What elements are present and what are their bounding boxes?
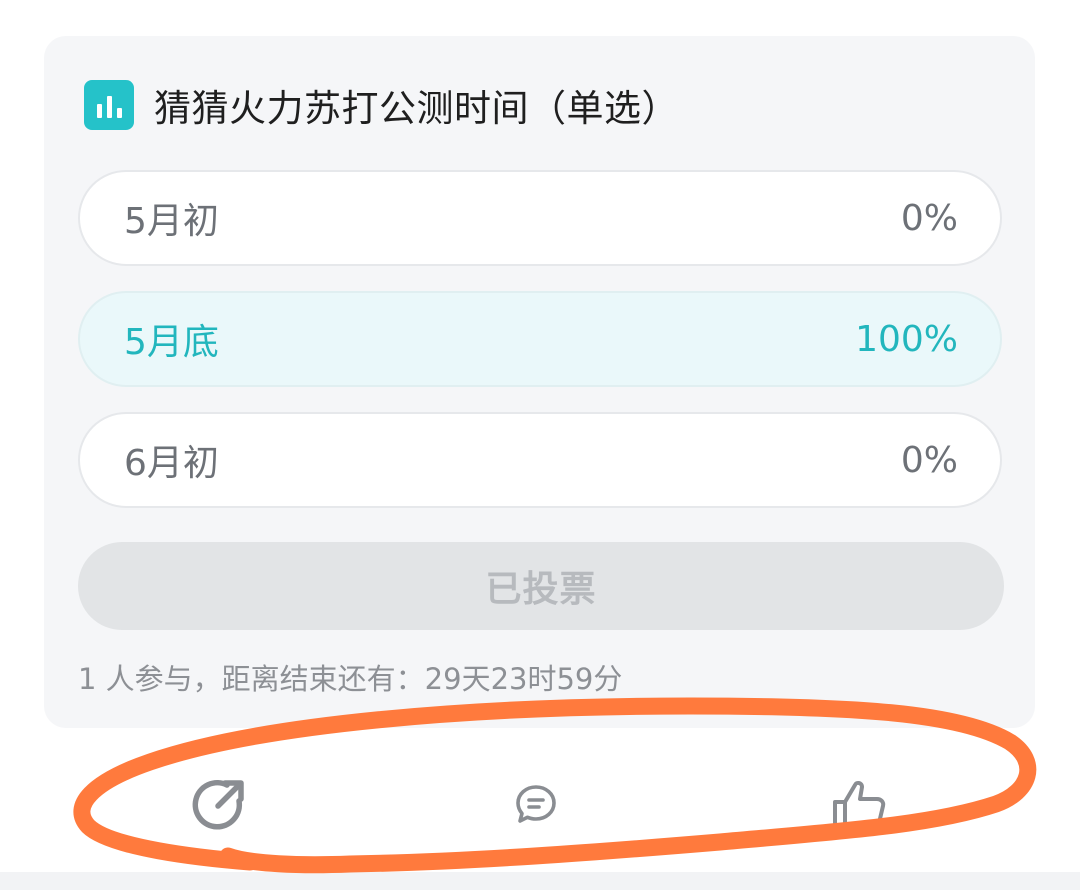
post-page: 猜猜火力苏打公测时间（单选） 5月初 0% 5月底 100% 6月初 0% 已投… xyxy=(0,0,1080,890)
poll-option-early-may[interactable]: 5月初 0% xyxy=(78,170,1002,266)
share-icon xyxy=(192,780,244,830)
poll-participation-info: 1 人参与，距离结束还有：29天23时59分 xyxy=(78,662,623,696)
poll-option-late-may[interactable]: 5月底 100% xyxy=(78,291,1002,387)
poll-card: 猜猜火力苏打公测时间（单选） 5月初 0% 5月底 100% 6月初 0% 已投… xyxy=(44,36,1035,728)
poll-option-percent: 100% xyxy=(855,318,958,360)
thumbs-up-icon xyxy=(833,780,886,829)
like-button[interactable] xyxy=(814,760,904,850)
comment-icon xyxy=(516,785,556,823)
bar-chart-icon xyxy=(84,80,134,130)
poll-option-early-june[interactable]: 6月初 0% xyxy=(78,412,1002,508)
poll-option-label: 5月底 xyxy=(124,322,219,363)
post-action-bar xyxy=(0,740,1080,870)
poll-option-label: 6月初 xyxy=(124,443,219,484)
poll-option-label: 5月初 xyxy=(124,201,219,242)
share-button[interactable] xyxy=(174,760,264,850)
poll-options: 5月初 0% 5月底 100% 6月初 0% xyxy=(78,170,1002,533)
voted-button[interactable]: 已投票 xyxy=(78,542,1004,630)
poll-option-percent: 0% xyxy=(900,439,958,481)
bottom-divider xyxy=(0,872,1080,890)
comment-button[interactable] xyxy=(491,760,581,850)
poll-header: 猜猜火力苏打公测时间（单选） xyxy=(84,78,679,132)
poll-title: 猜猜火力苏打公测时间（单选） xyxy=(154,87,679,130)
poll-option-percent: 0% xyxy=(900,197,958,239)
